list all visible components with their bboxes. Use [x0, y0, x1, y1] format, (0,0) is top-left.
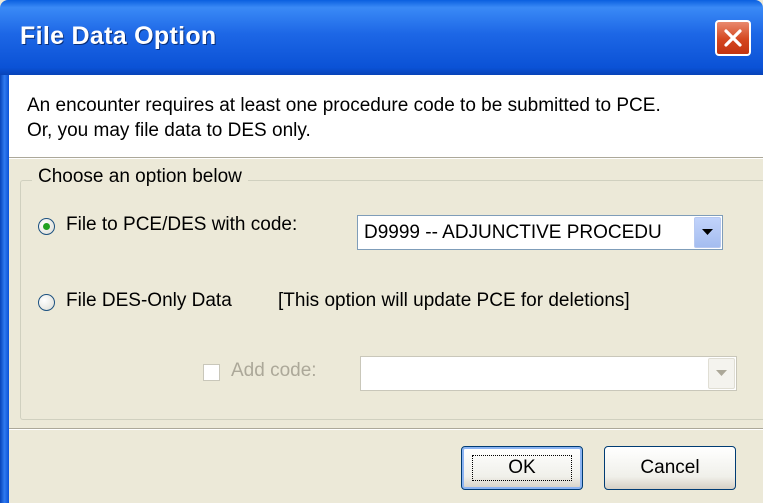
- message-line-1: An encounter requires at least one proce…: [27, 95, 661, 116]
- divider: [9, 428, 763, 430]
- focus-rect: [472, 455, 572, 481]
- message-line-2: Or, you may file data to DES only.: [27, 120, 311, 141]
- title-bar[interactable]: File Data Option: [0, 0, 763, 75]
- add-code-label: Add code:: [231, 360, 317, 381]
- add-code-dropdown-button[interactable]: [708, 358, 735, 389]
- cancel-button[interactable]: Cancel: [604, 446, 736, 490]
- add-code-select[interactable]: [360, 356, 737, 391]
- radio-file-des-only-label[interactable]: File DES-Only Data: [66, 290, 232, 312]
- radio-file-to-pce-des-label[interactable]: File to PCE/DES with code:: [66, 214, 297, 236]
- procedure-code-value: D9999 -- ADJUNCTIVE PROCEDU: [364, 222, 662, 243]
- radio-selected-dot: [43, 223, 50, 230]
- procedure-code-select[interactable]: D9999 -- ADJUNCTIVE PROCEDU: [357, 215, 723, 250]
- chevron-down-icon: [702, 229, 713, 235]
- options-group-label: Choose an option below: [32, 166, 248, 188]
- cancel-button-label: Cancel: [640, 457, 700, 478]
- chevron-down-icon: [716, 370, 727, 376]
- dialog-window: File Data Option An encounter requires a…: [0, 0, 763, 503]
- add-code-checkbox[interactable]: [203, 364, 220, 381]
- window-border: [0, 75, 9, 503]
- radio-file-des-only[interactable]: [38, 294, 55, 311]
- close-button[interactable]: [715, 20, 751, 56]
- message-text: An encounter requires at least one proce…: [27, 93, 661, 143]
- procedure-code-dropdown-button[interactable]: [694, 217, 721, 248]
- window-title: File Data Option: [20, 22, 217, 50]
- des-only-note: [This option will update PCE for deletio…: [278, 290, 630, 311]
- close-icon: [724, 29, 742, 47]
- ok-button[interactable]: OK: [461, 446, 583, 490]
- divider: [9, 157, 763, 159]
- radio-file-to-pce-des[interactable]: [38, 218, 55, 235]
